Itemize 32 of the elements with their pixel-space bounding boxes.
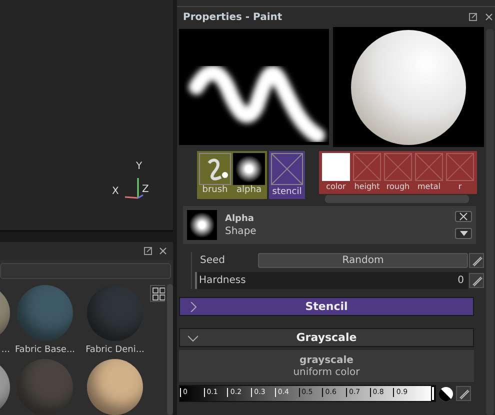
material-label: Fabric Deni...: [86, 345, 144, 355]
tile-label: metal: [418, 181, 440, 192]
alpha-title: Alpha: [225, 214, 255, 224]
channel-tile[interactable]: r: [445, 153, 475, 192]
tile-label: brush: [202, 185, 228, 196]
x-axis-label: X: [112, 186, 119, 197]
channel-tile[interactable]: rough: [383, 153, 413, 192]
seed-label: Seed: [199, 255, 226, 266]
hardness-field[interactable]: Hardness 0: [195, 272, 468, 289]
brush-tile[interactable]: brush: [199, 153, 231, 197]
tile-label: stencil: [272, 187, 302, 198]
tile-label: height: [354, 181, 380, 192]
channel-tile[interactable]: metal: [414, 153, 444, 192]
channel-tile[interactable]: height: [352, 153, 382, 192]
panel-title: Properties - Paint: [183, 12, 284, 22]
random-button[interactable]: Random: [258, 253, 468, 268]
tile-label: rough: [386, 181, 410, 192]
material-label: ...: [1, 345, 10, 355]
y-axis-label: Y: [136, 161, 142, 172]
material-label: Fabric Base...: [14, 345, 76, 355]
uniform-color-label: uniform color: [293, 366, 360, 378]
tile-label: r: [458, 181, 462, 192]
channel-tile[interactable]: color: [321, 153, 351, 192]
section-header[interactable]: Stencil: [179, 297, 474, 316]
alpha-tile[interactable]: alpha: [233, 153, 265, 197]
tile-label: alpha: [236, 185, 262, 196]
grayscale-title: grayscale: [300, 354, 354, 366]
stencil-tile[interactable]: stencil: [269, 151, 305, 199]
shape-label: Shape: [225, 226, 258, 236]
tile-label: color: [326, 181, 346, 192]
z-axis-label: Z: [142, 184, 149, 195]
section-header[interactable]: Grayscale: [179, 328, 474, 347]
